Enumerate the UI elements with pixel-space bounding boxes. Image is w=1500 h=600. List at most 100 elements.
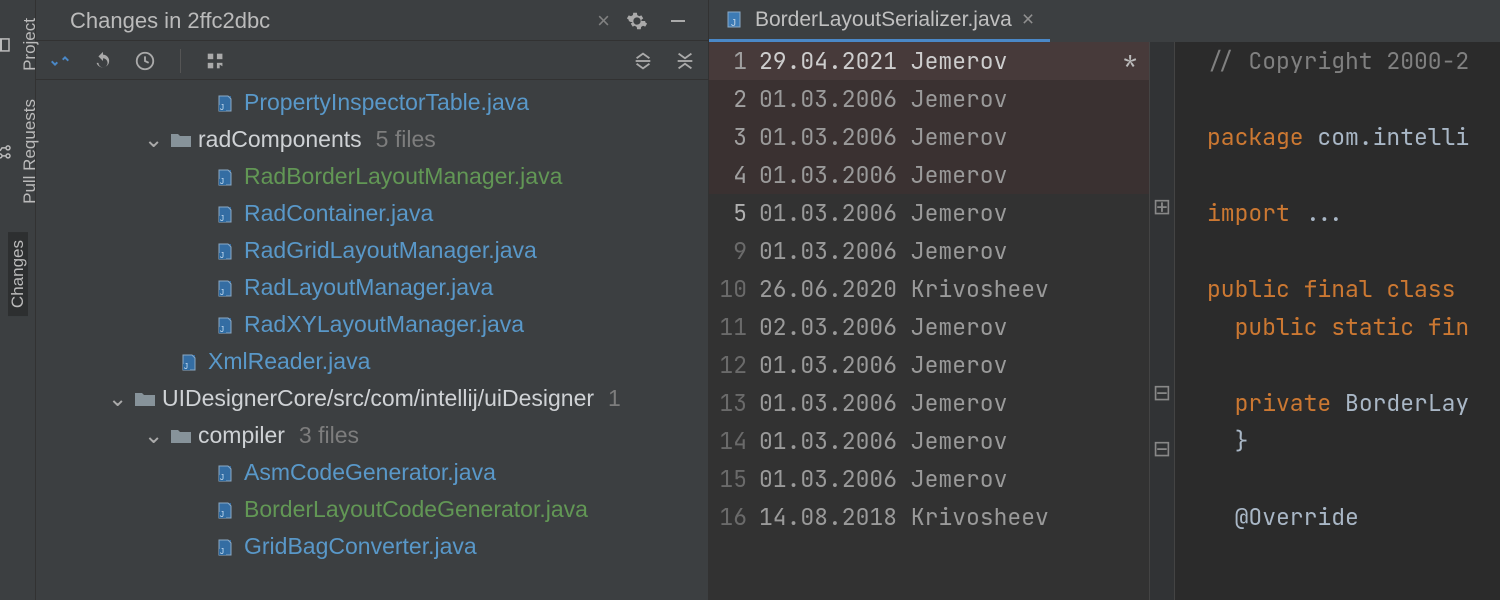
tool-window-label: Changes — [8, 240, 28, 308]
tree-folder[interactable]: ⌄ UIDesignerCore/src/com/intellij/uiDesig… — [36, 380, 708, 417]
history-icon[interactable] — [134, 50, 156, 72]
fold-marker-icon[interactable]: ⊟ — [1150, 436, 1174, 462]
line-number: 11 — [709, 308, 759, 346]
structure-gutter[interactable]: ⊞ ⊟ ⊟ — [1149, 42, 1175, 600]
annotate-info: 26.06.2020 Krivosheev — [759, 270, 1137, 308]
file-name: RadXYLayoutManager.java — [244, 311, 524, 338]
chevron-down-icon[interactable]: ⌄ — [108, 385, 126, 412]
file-count: 3 files — [299, 422, 359, 449]
line-number: 2 — [709, 80, 759, 118]
folder-name: UIDesignerCore/src/com/intellij/uiDesign… — [162, 385, 594, 412]
annotate-row[interactable]: 401.03.2006 Jemerov — [709, 156, 1149, 194]
gear-icon[interactable] — [622, 10, 652, 32]
tree-file[interactable]: JBorderLayoutCodeGenerator.java — [36, 491, 708, 528]
line-number: 15 — [709, 460, 759, 498]
annotate-info: 01.03.2006 Jemerov — [759, 118, 1137, 156]
annotate-info: 01.03.2006 Jemerov — [759, 80, 1137, 118]
annotate-info: 01.03.2006 Jemerov — [759, 194, 1137, 232]
revert-icon[interactable] — [92, 50, 114, 72]
folder-icon — [170, 427, 190, 445]
code-area[interactable]: // Copyright 2000-2 package com.intelli … — [1175, 42, 1500, 600]
annotate-row[interactable]: 1501.03.2006 Jemerov — [709, 460, 1149, 498]
java-file-icon: J — [216, 464, 236, 482]
file-name: RadContainer.java — [244, 200, 433, 227]
folder-icon — [170, 131, 190, 149]
fold-marker-icon[interactable]: ⊟ — [1150, 380, 1174, 406]
annotate-row[interactable]: 901.03.2006 Jemerov — [709, 232, 1149, 270]
current-revision-marker: * — [1115, 42, 1137, 80]
annotate-row[interactable]: 1201.03.2006 Jemerov — [709, 346, 1149, 384]
java-file-icon: J — [216, 538, 236, 556]
project-icon — [0, 36, 12, 52]
tool-window-project[interactable]: Project — [0, 18, 40, 71]
file-name: PropertyInspectorTable.java — [244, 89, 529, 116]
fold-expand-icon[interactable]: ⊞ — [1150, 194, 1174, 220]
minimize-icon[interactable] — [664, 11, 692, 31]
line-number: 10 — [709, 270, 759, 308]
annotate-row[interactable]: 301.03.2006 Jemerov — [709, 118, 1149, 156]
annotate-row[interactable]: 1614.08.2018 Krivosheev — [709, 498, 1149, 536]
tree-folder[interactable]: ⌄compiler3 files — [36, 417, 708, 454]
chevron-down-icon[interactable]: ⌄ — [144, 126, 162, 153]
tree-folder[interactable]: ⌄radComponents5 files — [36, 121, 708, 158]
panel-title: Changes in 2ffc2dbc — [70, 8, 587, 34]
annotate-row[interactable]: 501.03.2006 Jemerov — [709, 194, 1149, 232]
group-by-icon[interactable] — [205, 50, 227, 72]
code-keyword: public final class — [1207, 274, 1469, 304]
changes-toolbar — [36, 41, 708, 80]
tree-file[interactable]: JPropertyInspectorTable.java — [36, 84, 708, 121]
close-tab-icon[interactable]: × — [597, 8, 610, 34]
annotate-row[interactable]: 1102.03.2006 Jemerov — [709, 308, 1149, 346]
svg-text:J: J — [220, 251, 224, 260]
tree-file[interactable]: J AsmCodeGenerator.java — [36, 454, 708, 491]
tree-file[interactable]: J RadXYLayoutManager.java — [36, 306, 708, 343]
tool-window-label: Pull Requests — [20, 99, 40, 204]
editor-tab[interactable]: J BorderLayoutSerializer.java × — [709, 0, 1050, 42]
svg-text:J: J — [220, 510, 224, 519]
collapse-all-icon[interactable] — [674, 50, 696, 72]
line-number: 13 — [709, 384, 759, 422]
panel-title-bar: Changes in 2ffc2dbc × — [36, 0, 708, 41]
annotate-gutter[interactable]: 129.04.2021 Jemerov*201.03.2006 Jemerov3… — [709, 42, 1149, 600]
java-file-icon: J — [180, 353, 200, 371]
line-number: 9 — [709, 232, 759, 270]
tree-file[interactable]: J RadGridLayoutManager.java — [36, 232, 708, 269]
annotate-info: 01.03.2006 Jemerov — [759, 156, 1137, 194]
svg-text:J: J — [184, 362, 188, 371]
editor-body: 129.04.2021 Jemerov*201.03.2006 Jemerov3… — [709, 42, 1500, 600]
code-annotation: @Override — [1183, 498, 1500, 536]
line-number: 1 — [709, 42, 759, 80]
file-name: AsmCodeGenerator.java — [244, 459, 496, 486]
chevron-down-icon[interactable]: ⌄ — [144, 422, 162, 449]
tree-file[interactable]: JRadLayoutManager.java — [36, 269, 708, 306]
tree-file[interactable]: J RadContainer.java — [36, 195, 708, 232]
tool-window-pull-requests[interactable]: Pull Requests — [0, 99, 40, 204]
code-text: com.intelli — [1317, 122, 1469, 152]
tree-file[interactable]: JXmlReader.java — [36, 343, 708, 380]
code-keyword: import — [1207, 198, 1304, 228]
java-file-icon: J — [216, 205, 236, 223]
annotate-row[interactable]: 1401.03.2006 Jemerov — [709, 422, 1149, 460]
file-name: RadLayoutManager.java — [244, 274, 493, 301]
svg-text:J: J — [220, 325, 224, 334]
annotate-info: 01.03.2006 Jemerov — [759, 232, 1137, 270]
tree-file[interactable]: JGridBagConverter.java — [36, 528, 708, 565]
tool-window-changes[interactable]: Changes — [8, 232, 28, 316]
annotate-row[interactable]: 129.04.2021 Jemerov* — [709, 42, 1149, 80]
annotate-info: 01.03.2006 Jemerov — [759, 422, 1137, 460]
annotate-row[interactable]: 1026.06.2020 Krivosheev — [709, 270, 1149, 308]
line-number: 5 — [709, 194, 759, 232]
tree-file[interactable]: JRadBorderLayoutManager.java — [36, 158, 708, 195]
expand-all-icon[interactable] — [632, 50, 654, 72]
file-name: RadGridLayoutManager.java — [244, 237, 537, 264]
code-keyword: package — [1207, 122, 1317, 152]
java-file-icon: J — [216, 242, 236, 260]
close-tab-icon[interactable]: × — [1022, 8, 1034, 32]
java-file-icon: J — [216, 316, 236, 334]
compare-icon[interactable] — [48, 49, 72, 73]
pull-requests-icon — [0, 143, 12, 159]
annotate-row[interactable]: 201.03.2006 Jemerov — [709, 80, 1149, 118]
changes-tree[interactable]: JPropertyInspectorTable.java⌄radComponen… — [36, 80, 708, 569]
java-file-icon: J — [216, 501, 236, 519]
annotate-row[interactable]: 1301.03.2006 Jemerov — [709, 384, 1149, 422]
